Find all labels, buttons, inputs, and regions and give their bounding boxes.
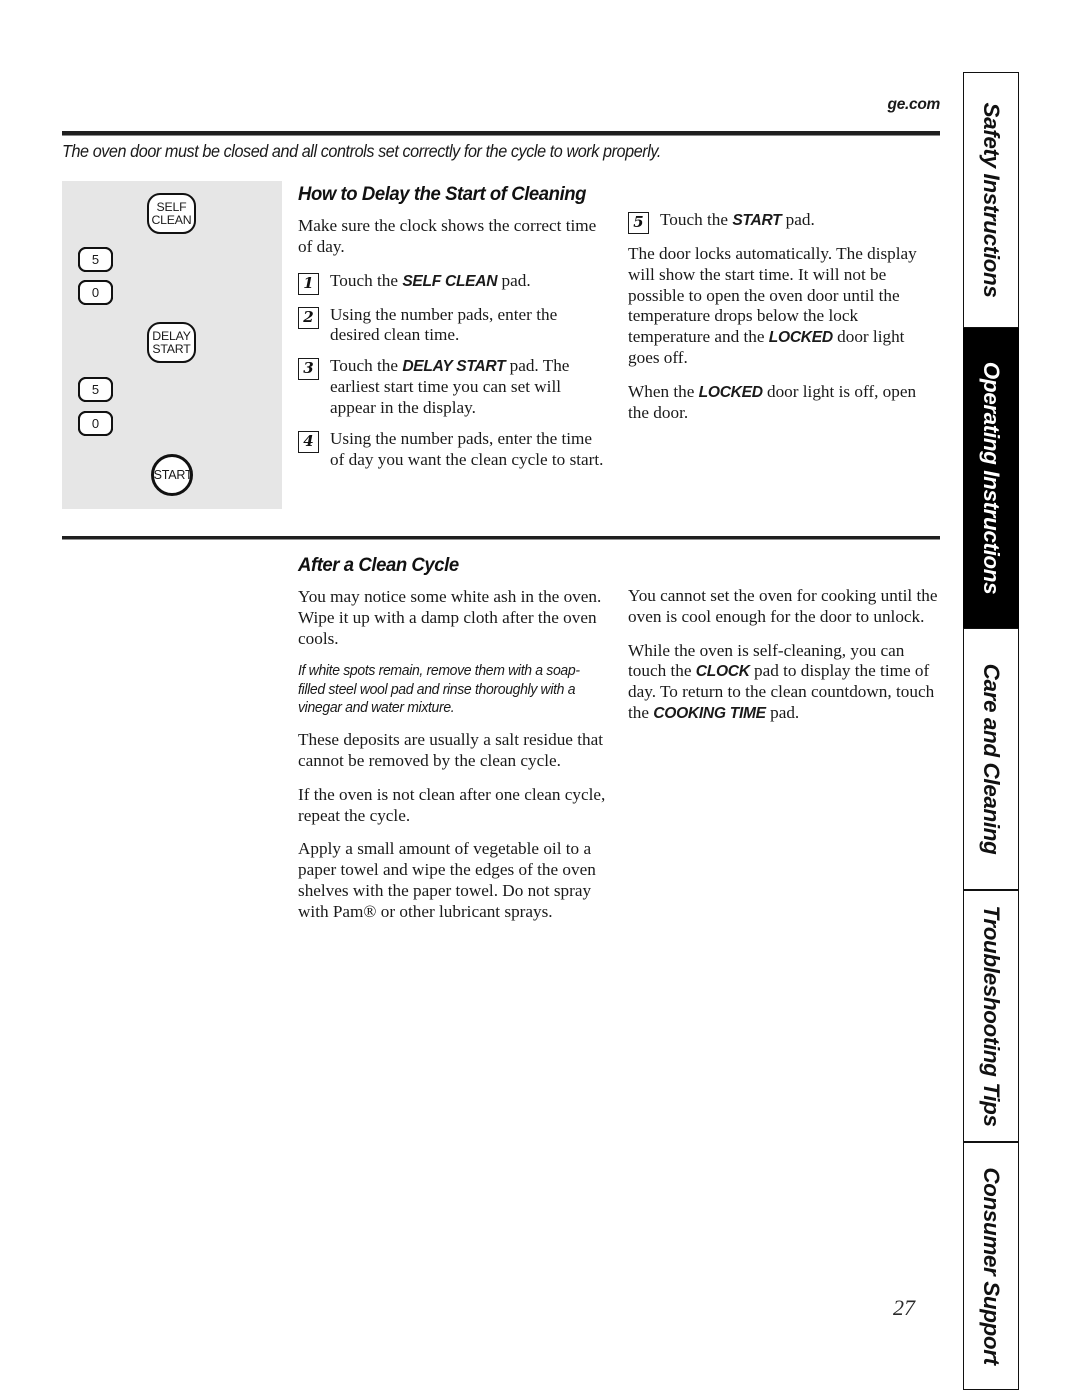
step-text-post: pad. [781,210,815,229]
key-0-lower: 0 [78,411,113,436]
pad-name-locked-1: LOCKED [768,329,833,347]
tab-label: Safety Instructions [979,102,1004,298]
self-clean-label-line2: CLEAN [151,212,192,227]
step-number-box: 3 [298,358,319,381]
after-clean-left-column: After a Clean Cycle You may notice some … [298,554,606,936]
key-5: 5 [78,247,113,272]
delay-step-3: 3 Touch the DELAY START pad. The earlies… [298,356,606,418]
pad-name-self-clean: SELF CLEAN [402,272,498,290]
after-clean-right-column: You cannot set the oven for cooking unti… [628,586,940,737]
tab-safety-instructions[interactable]: Safety Instructions [963,72,1019,328]
tab-label: Care and Cleaning [979,663,1004,855]
after-clean-heading: After a Clean Cycle [298,554,459,576]
tab-troubleshooting-tips[interactable]: Troubleshooting Tips [963,890,1019,1142]
step-text-post: pad. [497,270,531,290]
start-pad-label: START [153,467,193,482]
repeat-cycle-paragraph: If the oven is not clean after one clean… [298,784,606,825]
step-text: Touch the START pad. [660,210,815,231]
tab-care-and-cleaning[interactable]: Care and Cleaning [963,628,1019,890]
step-number-box: 4 [298,430,319,453]
step-text-pre: Touch the [660,210,733,229]
self-clean-pad: SELF CLEAN [147,193,196,234]
step-text: Touch the SELF CLEAN pad. [330,271,531,292]
door-open-paragraph: When the LOCKED door light is off, open … [628,382,940,424]
delay-start-label-line2: START [152,341,191,356]
cannot-set-oven-paragraph: You cannot set the oven for cooking unti… [628,586,938,626]
step-text-pre: Touch the [330,356,403,376]
clock-text-c: pad. [765,703,800,723]
tab-label: Consumer Support [979,1167,1004,1365]
door-lock-paragraph: The door locks automatically. The displa… [628,244,940,369]
site-url: ge.com [887,96,941,113]
intro-line: The oven door must be closed and all con… [62,141,661,161]
key-5-lower: 5 [78,377,113,402]
pad-name-start: START [732,212,782,229]
header-rule [62,131,940,136]
delay-section-heading: How to Delay the Start of Cleaning [298,183,587,205]
tab-label: Troubleshooting Tips [979,905,1004,1127]
page-number: 27 [893,1295,915,1320]
step-text: Using the number pads, enter the time of… [330,428,604,469]
section-tab-strip: Safety Instructions Operating Instructio… [963,72,1019,1390]
salt-residue-paragraph: These deposits are usually a salt residu… [298,730,603,770]
step-number-box: 5 [628,212,649,234]
door-open-text-a: When the [628,381,699,401]
pad-name-cooking-time: COOKING TIME [653,705,766,723]
delay-step-4: 4 Using the number pads, enter the time … [298,429,606,471]
tab-label: Operating Instructions [979,361,1004,595]
step-number-box: 2 [298,306,319,329]
step-text: Using the number pads, enter the desired… [330,304,558,345]
delay-start-pad: DELAY START [147,322,196,363]
delay-section-right-column: 5 Touch the START pad. The door locks au… [628,210,940,437]
key-0: 0 [78,280,113,305]
delay-section-left-column: How to Delay the Start of Cleaning Make … [298,183,606,480]
clock-display-paragraph: While the oven is self-cleaning, you can… [628,641,940,724]
tab-consumer-support[interactable]: Consumer Support [963,1142,1019,1390]
pad-name-locked-2: LOCKED [698,383,763,401]
step-text: Touch the DELAY START pad. The earliest … [330,356,606,418]
delay-step-5: 5 Touch the START pad. [628,210,940,234]
control-panel-diagram: SELF CLEAN 1 2 3 4 5 6 7 8 9 0 DELAY STA… [62,181,282,509]
tab-operating-instructions[interactable]: Operating Instructions [963,328,1019,628]
white-spots-note: If white spots remain, remove them with … [298,663,580,716]
start-pad: START [151,454,193,496]
section-divider-rule [62,536,940,540]
vegetable-oil-paragraph: Apply a small amount of vegetable oil to… [298,839,596,921]
pad-name-delay-start: DELAY START [402,358,506,376]
step-text-pre: Touch the [330,270,403,290]
delay-step-1: 1 Touch the SELF CLEAN pad. [298,271,606,295]
delay-step-2: 2 Using the number pads, enter the desir… [298,305,606,347]
white-ash-paragraph: You may notice some white ash in the ove… [298,587,602,648]
pad-name-clock: CLOCK [695,663,750,681]
page-header: ge.com [62,96,941,130]
delay-intro-paragraph: Make sure the clock shows the correct ti… [298,216,597,256]
step-number-box: 1 [298,272,319,295]
